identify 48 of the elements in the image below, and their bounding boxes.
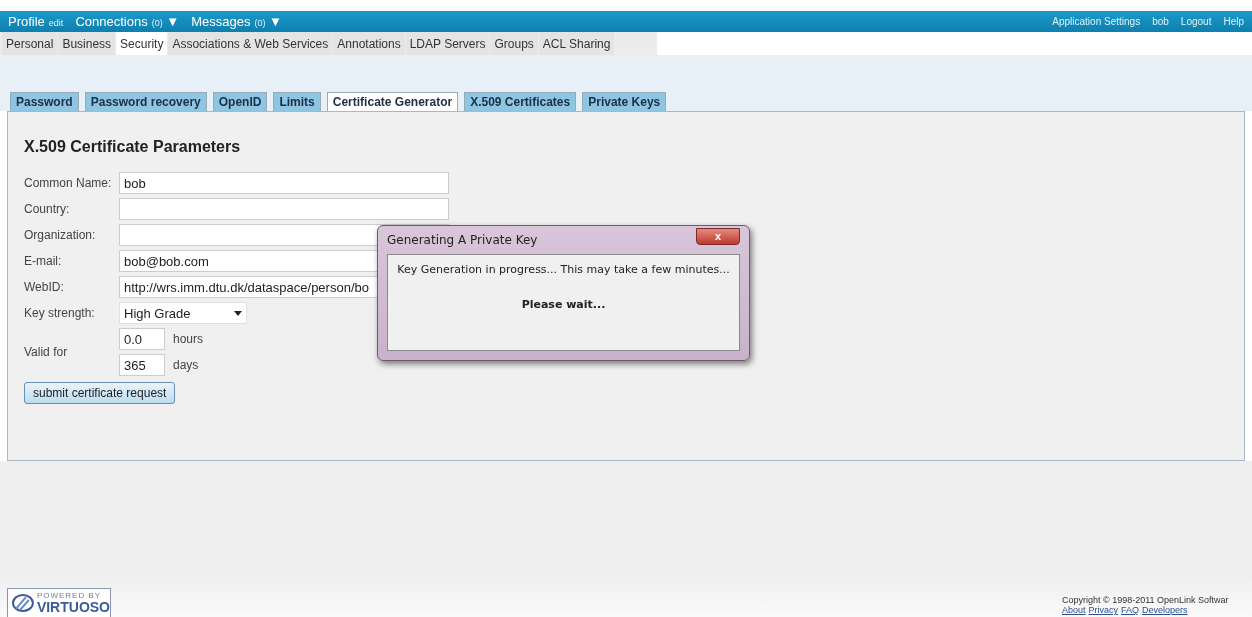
- nav-tab[interactable]: LDAP Servers: [405, 32, 490, 55]
- nav-tab[interactable]: Personal: [2, 32, 58, 55]
- sub-tab[interactable]: Password: [10, 92, 79, 111]
- wait-text: Please wait...: [521, 298, 606, 311]
- footer-link[interactable]: Developers: [1142, 605, 1188, 615]
- field-label: Country:: [24, 202, 71, 216]
- input-field[interactable]: 365: [119, 354, 165, 376]
- caret-icon: [234, 310, 242, 316]
- sub-tab[interactable]: OpenID: [212, 92, 268, 111]
- input-field[interactable]: [119, 198, 449, 220]
- dialog-title: Generating A Private Key: [387, 233, 538, 247]
- submit-button[interactable]: submit certificate request: [24, 382, 176, 404]
- nav-tab[interactable]: ACL Sharing: [538, 32, 615, 55]
- sub-tab[interactable]: Password recovery: [84, 92, 207, 111]
- field-label: E-mail:: [24, 254, 63, 268]
- input-field[interactable]: 0.0: [119, 328, 165, 350]
- footer-link[interactable]: Privacy: [1088, 605, 1119, 615]
- swirl-logo-icon: [12, 593, 34, 613]
- powered-by-logo[interactable]: POWERED BY VIRTUOSO: [7, 588, 111, 617]
- nav-tab[interactable]: Security: [116, 32, 168, 55]
- sub-tab[interactable]: Private Keys: [582, 92, 667, 111]
- field-label: WebID:: [24, 280, 65, 294]
- sub-tab[interactable]: X.509 Certificates: [464, 92, 577, 111]
- field-label: Organization:: [24, 228, 97, 242]
- top-menu-link[interactable]: Messages (0) ▼: [191, 14, 282, 29]
- nav-tab[interactable]: Business: [58, 32, 116, 55]
- field-label: Key strength:: [24, 306, 96, 320]
- nav-tab[interactable]: Annotations: [333, 32, 405, 55]
- top-menu-link[interactable]: Connections (0) ▼: [75, 14, 180, 29]
- nav-tab[interactable]: Groups: [490, 32, 538, 55]
- nav-tab[interactable]: Associations & Web Services: [168, 32, 333, 55]
- top-menu-link[interactable]: Profile edit: [8, 14, 64, 29]
- section-heading: X.509 Certificate Parameters: [24, 138, 242, 156]
- copyright-text: Copyright © 1998-2011 OpenLink Softwar: [1062, 595, 1230, 605]
- unit-label: days: [173, 358, 199, 372]
- footer-link[interactable]: About: [1062, 605, 1086, 615]
- field-label: Common Name:: [24, 176, 113, 190]
- sub-tab[interactable]: Limits: [273, 92, 321, 111]
- unit-label: hours: [173, 332, 204, 346]
- field-label: Valid for: [24, 345, 69, 359]
- footer-link[interactable]: FAQ: [1121, 605, 1140, 615]
- key-strength-select[interactable]: High Grade: [119, 302, 247, 324]
- close-button[interactable]: x: [696, 227, 740, 245]
- logo-caption: POWERED BY: [36, 592, 103, 600]
- input-field[interactable]: bob: [119, 172, 449, 194]
- top-right-link[interactable]: Logout: [1180, 16, 1212, 27]
- logo-name: VIRTUOSO: [36, 600, 110, 614]
- sub-tab[interactable]: Certificate Generator: [326, 92, 459, 111]
